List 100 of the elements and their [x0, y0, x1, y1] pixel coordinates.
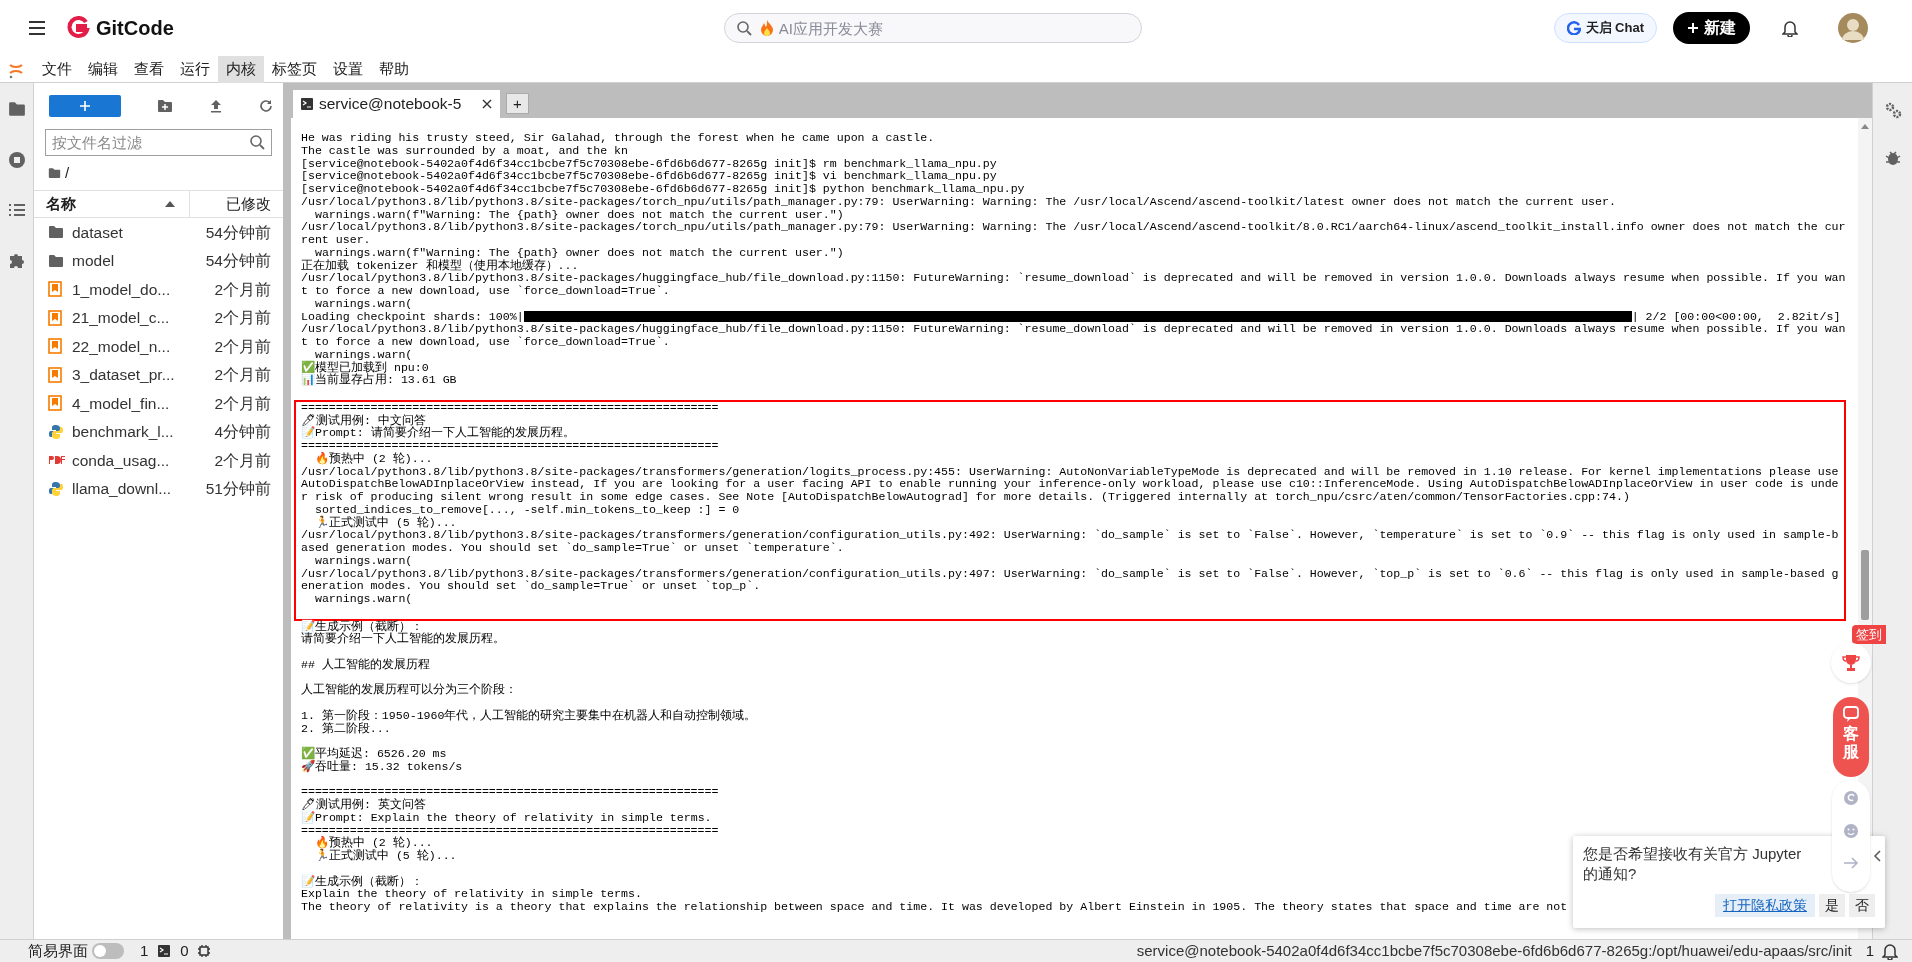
terminal-line: 🏃正式测试中 (5 轮)... [313, 516, 457, 530]
menu-item[interactable]: 运行 [172, 55, 218, 83]
notification-count[interactable]: 1 [1865, 939, 1874, 962]
terminal-line: 🖊测试用例: 中文问答 [301, 414, 426, 427]
check-in-tab[interactable]: 签到 [1852, 625, 1886, 644]
stop-icon[interactable] [7, 151, 26, 169]
python-logo-icon [48, 480, 64, 497]
file-row[interactable]: benchmark_l... 4分钟前 [34, 417, 283, 446]
search-field[interactable]: AI应用开发大赛 [723, 13, 1142, 43]
notification-message: 您是否希望接收有关官方 Jupyter [1583, 844, 1802, 864]
file-row[interactable]: 22_model_n... 2个月前 [34, 332, 283, 361]
filter-field[interactable]: 按文件名过滤 [45, 129, 272, 156]
modified-time: 2个月前 [214, 393, 271, 414]
menu-item[interactable]: 设置 [325, 55, 371, 83]
terminal-line: warnings.warn( [313, 297, 413, 311]
terminal-count[interactable]: 0 [180, 939, 189, 962]
plus-icon [79, 100, 91, 112]
file-name: 3_dataset_pr... [72, 365, 175, 386]
file-name: llama_downl... [72, 479, 172, 500]
terminal-line: 🔥预热中 (2 轮)... [313, 837, 433, 850]
modified-time: 2个月前 [214, 279, 271, 300]
modified-time: 51分钟前 [205, 479, 271, 500]
terminal-line: /usr/local/python3.8/lib/python3.8/site-packages/huggingface_hub/file_download.py:1150: FutureWarning: `resume_download` is deprecated and will be removed in version 1.0.0. Downloads always resume when possible. If you want to force a new download, use `force_download=True`. [301, 323, 1846, 349]
fire-icon [759, 19, 774, 37]
file-name: 21_model_c... [72, 308, 170, 329]
terminal-line: 📊当前显存占用: 13.61 GB [301, 374, 457, 387]
modified-time: 2个月前 [214, 365, 271, 386]
terminal-line: ============================================================ [301, 786, 719, 799]
file-name: 1_model_do... [72, 279, 171, 300]
notebook-icon [48, 309, 62, 326]
menu-item[interactable]: 内核 [218, 55, 264, 83]
column-header[interactable]: 名称 [46, 192, 76, 216]
terminal-line: sorted_indices_to_remove[..., -self.min_tokens_to_keep :] = 0 [313, 503, 740, 516]
bell-icon[interactable] [1882, 942, 1898, 960]
terminal-line: 正在加载 tokenizer 和模型（使用本地缓存）... [301, 259, 579, 273]
terminal-tab[interactable]: service@notebook-5 [293, 90, 500, 118]
search-icon [735, 20, 752, 36]
search-icon [249, 134, 265, 150]
file-row[interactable]: conda_usag... 2个月前 [34, 446, 283, 475]
new-launcher-button[interactable] [49, 95, 121, 117]
menu-icon[interactable] [28, 20, 46, 36]
scrollbar-thumb[interactable] [1861, 550, 1869, 620]
file-row[interactable]: 3_dataset_pr... 2个月前 [34, 360, 283, 389]
collapse-icon[interactable] [1873, 850, 1881, 862]
file-row[interactable]: dataset 54分钟前 [34, 218, 283, 247]
kernel-count[interactable]: 1 [140, 939, 149, 962]
menu-item[interactable]: 文件 [34, 55, 80, 83]
file-row[interactable]: llama_downl... 51分钟前 [34, 474, 283, 503]
list-icon[interactable] [7, 203, 26, 217]
puzzle-icon[interactable] [7, 251, 26, 269]
notebook-icon [48, 281, 62, 298]
notification-button[interactable]: 否 [1849, 894, 1875, 917]
terminal-line: 📝生成示例（截断）： [301, 875, 423, 889]
menu-item[interactable]: 帮助 [371, 55, 417, 83]
notebook-icon [48, 338, 62, 355]
notebook-icon [48, 395, 62, 412]
file-name: 4_model_fin... [72, 393, 170, 414]
bell-icon[interactable] [1782, 19, 1798, 37]
sort-up-icon [165, 201, 175, 207]
menu-item[interactable]: 查看 [126, 55, 172, 83]
logo-icon[interactable] [66, 16, 90, 40]
close-icon[interactable] [482, 99, 492, 109]
toggle-switch[interactable] [92, 943, 124, 959]
terminal-icon [158, 945, 171, 957]
avatar-icon[interactable] [1838, 13, 1868, 43]
upload-icon[interactable] [209, 99, 223, 113]
new-tab-button[interactable]: + [506, 93, 529, 114]
terminal-line: 🖊测试用例: 英文问答 [301, 799, 426, 811]
new-folder-icon[interactable] [157, 99, 173, 113]
folder-icon[interactable] [7, 101, 26, 117]
refresh-icon[interactable] [259, 99, 273, 113]
folder-icon [48, 225, 64, 240]
terminal-line: ✅平均延迟: 6526.20 ms [301, 748, 447, 760]
file-row[interactable]: model 54分钟前 [34, 246, 283, 275]
file-name: conda_usag... [72, 450, 170, 471]
terminal-line: 🏃正式测试中 (5 轮)... [313, 850, 457, 863]
column-header[interactable]: 已修改 [226, 194, 271, 212]
menu-item[interactable]: 编辑 [80, 55, 126, 83]
tab-label[interactable]: service@notebook-5 [319, 92, 462, 116]
folder-icon[interactable] [48, 167, 61, 179]
terminal-icon [301, 98, 313, 110]
terminal-line: /usr/local/python3.8/lib/python3.8/site-packages/torch_npu/utils/path_manager.py:79: UserWarning: Warning: The /usr/local/Ascend/ascend-toolkit/8.0.RC1/aarch64-linux/ascend_toolkit_install.info owner does not match the current user. [301, 221, 1846, 247]
terminal-line: [service@notebook-5402a0f4d6f34cc1bcbe7f5c70308ebe-6fd6b6d677-8265g init]$ python benchmark_llama_npu.py [301, 183, 1025, 196]
terminal-line: warnings.warn( [313, 554, 413, 568]
file-row[interactable]: 1_model_do... 2个月前 [34, 275, 283, 304]
menu-item[interactable]: 标签页 [264, 55, 325, 83]
notification-button[interactable]: 是 [1819, 894, 1845, 917]
terminal-line: 📝Prompt: Explain the theory of relativity in simple terms. [301, 811, 712, 825]
logo-text[interactable]: GitCode [96, 13, 174, 43]
terminal-line: 2. 第二阶段... [301, 722, 391, 736]
file-row[interactable]: 21_model_c... 2个月前 [34, 303, 283, 332]
file-row[interactable]: 4_model_fin... 2个月前 [34, 389, 283, 418]
new-button[interactable]: 新建 [1673, 12, 1750, 44]
bug-icon[interactable] [1884, 149, 1901, 167]
modified-time: 2个月前 [214, 450, 271, 471]
file-name: model [72, 251, 115, 272]
privacy-policy-link[interactable]: 打开隐私政策 [1715, 894, 1815, 917]
chat-icon [1842, 705, 1860, 723]
chat-button[interactable]: 天启 Chat [1553, 13, 1657, 43]
breadcrumb-path[interactable]: / [65, 161, 70, 185]
